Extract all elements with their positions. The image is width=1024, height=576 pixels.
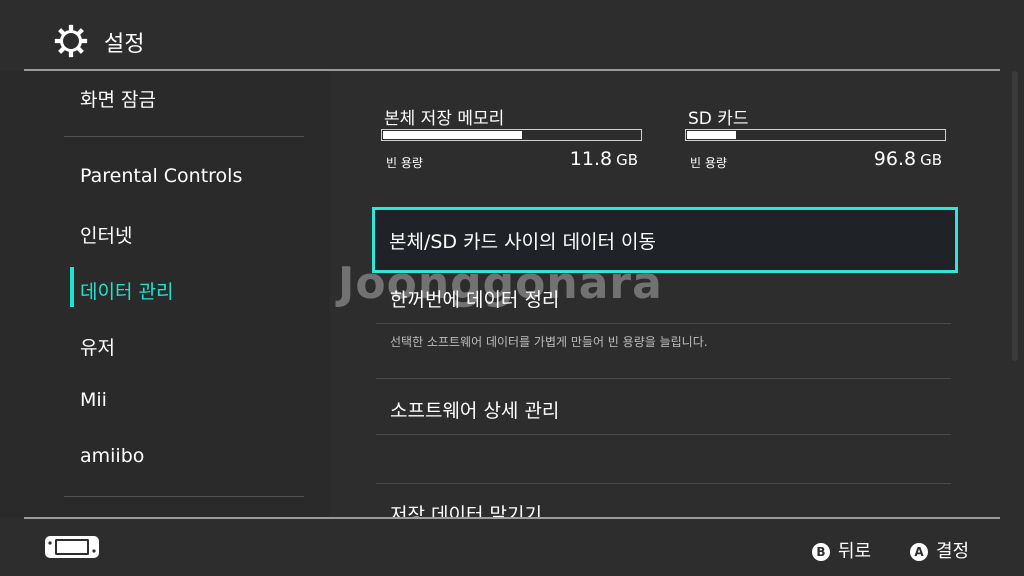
sidebar: 화면 잠금 Parental Controls 인터넷 데이터 관리 유저 Mi…	[0, 71, 330, 518]
sidebar-selection-indicator	[70, 267, 74, 307]
system-free-value: 11.8 GB	[530, 148, 638, 170]
save-data-label: 저장 데이터 맡기기	[390, 504, 542, 518]
system-free-unit: GB	[616, 151, 638, 169]
b-button-icon: B	[812, 543, 830, 561]
sd-free-label: 빈 용량	[690, 156, 727, 170]
sidebar-item-mii[interactable]: Mii	[80, 389, 107, 411]
a-button-icon: A	[910, 543, 928, 561]
system-memory-label: 본체 저장 메모리	[384, 109, 505, 129]
sd-free-unit: GB	[920, 151, 942, 169]
sd-card-bar	[685, 129, 946, 141]
page-title: 설정	[104, 32, 145, 57]
software-manage-button[interactable]: 소프트웨어 상세 관리	[376, 379, 951, 435]
footer: B 뒤로 A 결정	[0, 519, 1024, 576]
sidebar-item-data-management[interactable]: 데이터 관리	[80, 277, 173, 304]
sidebar-item-users[interactable]: 유저	[80, 333, 115, 360]
console-icon	[45, 536, 99, 558]
ok-label: 결정	[936, 541, 970, 562]
sidebar-item-screen-lock[interactable]: 화면 잠금	[80, 85, 156, 112]
menu-spacer	[376, 435, 951, 484]
watermark: Joonggonara	[338, 258, 663, 309]
scrollbar[interactable]	[1012, 71, 1018, 361]
header: 설정	[0, 0, 1024, 70]
sd-free-number: 96.8	[873, 148, 917, 170]
cleanup-description: 선택한 소프트웨어 데이터를 가볍게 만들어 빈 용량을 늘립니다.	[390, 335, 708, 349]
sidebar-item-parental-controls[interactable]: Parental Controls	[80, 165, 242, 187]
back-label: 뒤로	[838, 541, 872, 562]
system-free-number: 11.8	[569, 148, 613, 170]
sidebar-divider	[64, 496, 304, 497]
gear-icon	[54, 24, 88, 58]
system-free-label: 빈 용량	[386, 156, 423, 170]
save-data-button[interactable]: 저장 데이터 맡기기	[376, 484, 951, 518]
sidebar-item-amiibo[interactable]: amiibo	[80, 445, 144, 467]
software-manage-label: 소프트웨어 상세 관리	[390, 400, 560, 422]
sd-card-bar-fill	[687, 131, 736, 139]
ok-button[interactable]: A 결정	[910, 537, 969, 563]
sd-card-label: SD 카드	[688, 109, 749, 129]
sidebar-divider	[64, 136, 304, 137]
move-data-label: 본체/SD 카드 사이의 데이터 이동	[389, 231, 657, 253]
sidebar-item-internet[interactable]: 인터넷	[80, 221, 132, 248]
sd-free-value: 96.8 GB	[834, 148, 942, 170]
back-button[interactable]: B 뒤로	[812, 537, 871, 563]
system-memory-bar	[381, 129, 642, 141]
cleanup-description-row: 선택한 소프트웨어 데이터를 가볍게 만들어 빈 용량을 늘립니다.	[376, 324, 951, 379]
system-memory-bar-fill	[383, 131, 522, 139]
